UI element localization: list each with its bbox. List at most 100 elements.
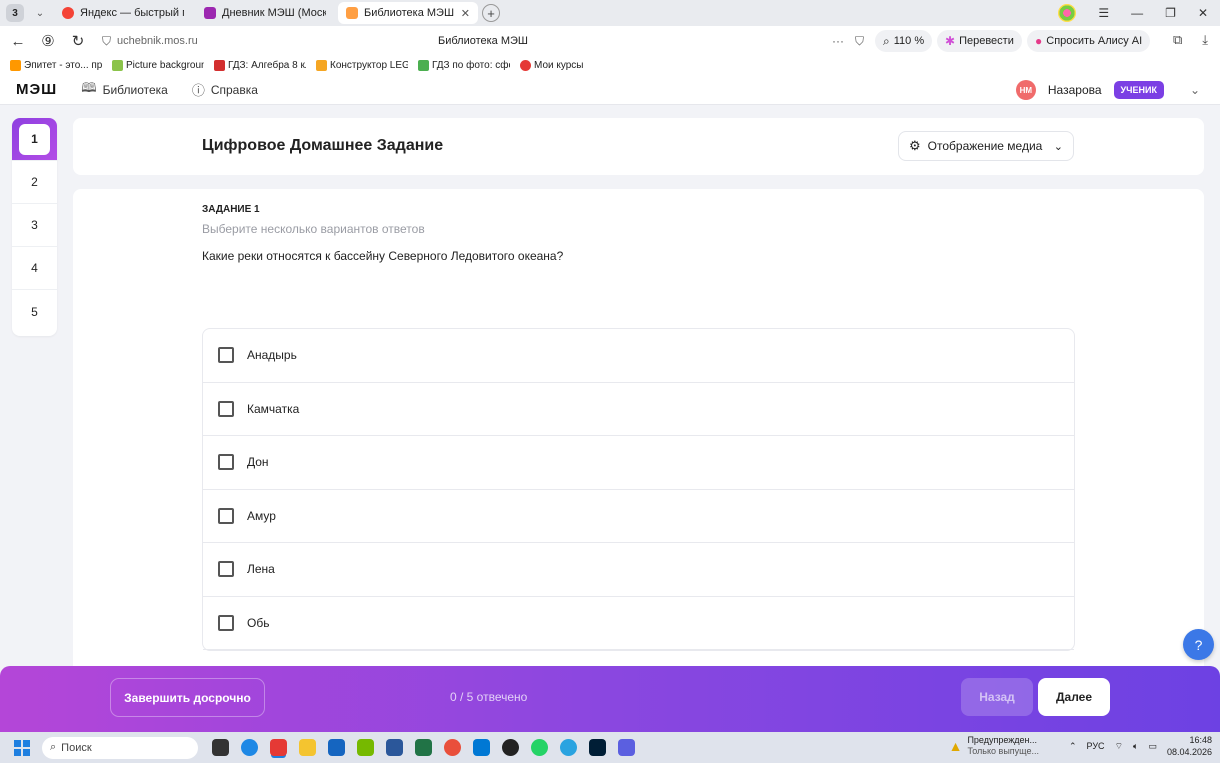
whatsapp-icon[interactable] xyxy=(531,739,548,756)
nav-library[interactable]: 🕮 Библиотека xyxy=(81,79,168,101)
help-button[interactable]: ? xyxy=(1183,629,1214,660)
battery-icon[interactable]: ▭ xyxy=(1148,741,1157,752)
volume-icon[interactable]: 🔈︎ xyxy=(1133,741,1138,752)
chat-icon[interactable] xyxy=(502,739,519,756)
answer-option-ob[interactable]: Обь xyxy=(203,597,1074,650)
tray-expand-icon[interactable]: ⌃ xyxy=(1069,741,1077,752)
app-icon[interactable] xyxy=(618,739,635,756)
yandex-browser-icon[interactable] xyxy=(270,739,287,756)
answer-options: Анадырь Камчатка Дон Амур Лена Обь xyxy=(202,328,1075,651)
task-navigator: 1 2 3 4 5 xyxy=(12,118,57,336)
tab-yandex[interactable]: Яндекс — быстрый поиск xyxy=(54,2,192,24)
tab-dnevnik[interactable]: Дневник МЭШ (Московск xyxy=(196,2,334,24)
bookmark-item[interactable]: Мои курсы xyxy=(520,60,584,71)
warning-notification[interactable]: ▲ Предупрежден... Только выпуще... xyxy=(949,735,1039,757)
telegram-icon[interactable] xyxy=(560,739,577,756)
role-badge: УЧЕНИК xyxy=(1113,81,1164,99)
url-field[interactable]: ⛉ uchebnik.mos.ru Библиотека МЭШ ··· ⛉ xyxy=(96,30,870,52)
task-nav-item-1[interactable]: 1 xyxy=(12,118,57,161)
bookmark-favicon-icon xyxy=(112,60,123,71)
excel-icon[interactable] xyxy=(415,739,432,756)
page-title-text: Библиотека МЭШ xyxy=(437,35,529,47)
task-nav-item-2[interactable]: 2 xyxy=(12,161,57,204)
task-nav-item-4[interactable]: 4 xyxy=(12,247,57,290)
dnevnik-icon xyxy=(204,7,216,19)
tabs-dropdown-icon[interactable]: ⌄ xyxy=(30,8,50,19)
task-view-icon[interactable] xyxy=(212,739,229,756)
bookmark-item[interactable]: Picture backgroun xyxy=(112,60,204,71)
gear-icon: ⚙ xyxy=(909,138,921,153)
task-label: ЗАДАНИЕ 1 xyxy=(202,204,260,215)
task-nav-item-3[interactable]: 3 xyxy=(12,204,57,247)
task-nav-item-5[interactable]: 5 xyxy=(12,290,57,333)
word-icon[interactable] xyxy=(386,739,403,756)
bookmark-item[interactable]: ГДЗ по фото: сфо xyxy=(418,60,510,71)
answer-option-anadyr[interactable]: Анадырь xyxy=(203,329,1074,383)
site-header: МЭШ 🕮 Библиотека ⓘ Справка НМ Назарова У… xyxy=(0,75,1220,105)
finish-early-button[interactable]: Завершить досрочно xyxy=(110,678,265,717)
user-menu[interactable]: НМ Назарова УЧЕНИК ⌄ xyxy=(1015,80,1200,100)
chevron-down-icon: ⌄ xyxy=(1053,140,1063,153)
extension-icon[interactable] xyxy=(1058,4,1077,22)
new-tab-button[interactable]: + xyxy=(482,4,500,22)
translate-button[interactable]: ✱ Перевести xyxy=(937,30,1022,52)
windows-taskbar: ⌕ Поиск ▲ Предупрежден... Только выпуще.… xyxy=(0,732,1220,763)
maximize-icon[interactable]: ❐ xyxy=(1165,6,1176,20)
photoshop-icon[interactable] xyxy=(589,739,606,756)
yandex-button-icon[interactable]: ⑨ xyxy=(33,32,63,50)
download-icon[interactable]: ⤓ xyxy=(1202,32,1208,48)
search-icon: ⌕ xyxy=(50,741,57,753)
store-icon[interactable] xyxy=(328,739,345,756)
answer-option-amur[interactable]: Амур xyxy=(203,490,1074,543)
nav-help[interactable]: ⓘ Справка xyxy=(192,80,258,99)
tab-library[interactable]: Библиотека МЭШ ✕ xyxy=(338,2,478,24)
tab-count-badge[interactable]: 3 xyxy=(6,4,24,22)
bookmark-icon[interactable]: ⛉ xyxy=(855,34,864,49)
close-tab-icon[interactable]: ✕ xyxy=(461,7,470,20)
bookmark-item[interactable]: Эпитет - это... при xyxy=(10,60,102,71)
outlook-icon[interactable] xyxy=(473,739,490,756)
file-explorer-icon[interactable] xyxy=(299,739,316,756)
nvidia-icon[interactable] xyxy=(357,739,374,756)
minimize-icon[interactable]: — xyxy=(1131,6,1143,20)
bookmark-favicon-icon xyxy=(10,60,21,71)
yandex-icon xyxy=(62,7,74,19)
checkbox[interactable] xyxy=(218,454,234,471)
bookmark-item[interactable]: Конструктор LEGO xyxy=(316,60,408,71)
answer-option-lena[interactable]: Лена xyxy=(203,543,1074,597)
bookmark-favicon-icon xyxy=(520,60,531,71)
collections-icon[interactable]: ⧉ xyxy=(1173,32,1182,48)
chevron-down-icon[interactable]: ⌄ xyxy=(1190,83,1200,97)
reload-icon[interactable]: ↻ xyxy=(63,32,93,50)
url-text: uchebnik.mos.ru xyxy=(117,35,198,47)
media-display-dropdown[interactable]: ⚙ Отображение медиа ⌄ xyxy=(898,131,1074,161)
menu-icon[interactable]: ☰ xyxy=(1098,6,1109,20)
app-icon[interactable] xyxy=(444,739,461,756)
edge-icon[interactable] xyxy=(241,739,258,756)
answer-option-kamchatka[interactable]: Камчатка xyxy=(203,383,1074,436)
close-window-icon[interactable]: ✕ xyxy=(1198,6,1208,20)
clock[interactable]: 16:48 08.04.2026 xyxy=(1167,734,1212,758)
mesh-logo[interactable]: МЭШ xyxy=(16,81,57,98)
more-icon[interactable]: ··· xyxy=(832,34,844,48)
bookmark-favicon-icon xyxy=(418,60,429,71)
bookmark-item[interactable]: ГДЗ: Алгебра 8 кл xyxy=(214,60,306,71)
checkbox[interactable] xyxy=(218,561,234,578)
language-indicator[interactable]: РУС xyxy=(1087,741,1105,751)
windows-start-icon[interactable] xyxy=(14,739,30,756)
checkbox[interactable] xyxy=(218,507,234,524)
answer-option-don[interactable]: Дон xyxy=(203,436,1074,490)
checkbox[interactable] xyxy=(218,614,234,631)
wifi-icon[interactable]: ⌔ xyxy=(1115,741,1123,752)
back-arrow-icon[interactable]: ← xyxy=(3,33,33,50)
ask-alice-button[interactable]: ● Спросить Алису AI xyxy=(1027,30,1151,52)
address-bar: ← ⑨ ↻ ⛉ uchebnik.mos.ru Библиотека МЭШ ·… xyxy=(0,26,1220,56)
zoom-button[interactable]: ⌕ 110 % xyxy=(875,30,933,52)
page-title: Цифровое Домашнее Задание xyxy=(202,137,444,154)
title-card: Цифровое Домашнее Задание ⚙ Отображение … xyxy=(73,118,1204,175)
checkbox[interactable] xyxy=(218,400,234,417)
checkbox[interactable] xyxy=(218,347,234,364)
taskbar-search[interactable]: ⌕ Поиск xyxy=(42,736,198,759)
back-button[interactable]: Назад xyxy=(961,678,1033,716)
next-button[interactable]: Далее xyxy=(1038,678,1110,716)
